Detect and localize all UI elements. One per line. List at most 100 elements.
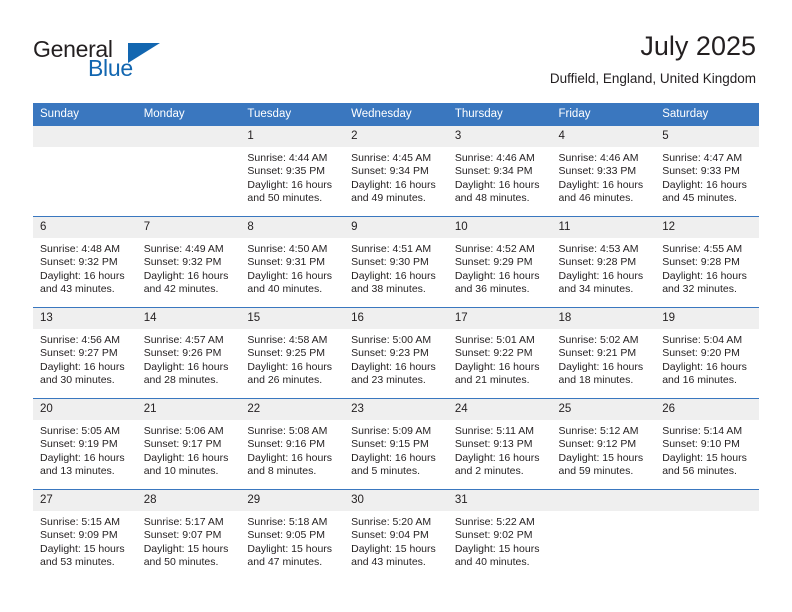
sunrise-text: Sunrise: 4:56 AM [40, 334, 120, 346]
sunrise-text: Sunrise: 5:22 AM [454, 516, 535, 528]
daylight-text-line2: and 28 minutes. [143, 374, 219, 387]
day-number: 13 [33, 308, 137, 329]
calendar-cell-inner: 13 Sunrise: 4:56 AM Sunset: 9:27 PM Dayligh… [33, 308, 137, 398]
day-sun-info: Sunrise: 5:15 AM Sunset: 9:09 PM Daylight:… [33, 511, 137, 570]
general-blue-logo[interactable]: General Blue [33, 36, 233, 82]
daylight-text-line2: and 32 minutes. [662, 283, 737, 296]
day-number: 10 [447, 217, 552, 238]
day-sun-info: Sunrise: 4:53 AM Sunset: 9:28 PM Daylight:… [552, 238, 656, 297]
sunrise-text: Sunrise: 5:09 AM [351, 425, 432, 437]
calendar-day-cell[interactable]: 25 Sunrise: 5:12 AM Sunset: 9:12 PM Dayligh… [551, 398, 656, 490]
sunrise-text: Sunrise: 4:48 AM [40, 243, 120, 255]
title-block: July 2025 Duffield, England, United King… [550, 30, 756, 88]
calendar-day-cell[interactable]: 20 Sunrise: 5:05 AM Sunset: 9:19 PM Dayligh… [33, 398, 137, 490]
calendar-body: 1 Sunrise: 4:44 AM Sunset: 9:35 PM Daylight… [33, 126, 759, 580]
day-number: 12 [655, 217, 759, 238]
calendar-day-cell[interactable]: 29 Sunrise: 5:18 AM Sunset: 9:05 PM Dayligh… [240, 489, 345, 580]
sunrise-text: Sunrise: 5:18 AM [247, 516, 328, 528]
daylight-text-line1: Daylight: 16 hours [351, 269, 436, 282]
calendar-day-cell[interactable]: 26 Sunrise: 5:14 AM Sunset: 9:10 PM Dayligh… [655, 398, 759, 490]
daylight-text-line2: and 43 minutes. [40, 283, 115, 296]
sunset-text: Sunset: 9:21 PM [558, 347, 637, 360]
daylight-text-line1: Daylight: 15 hours [351, 542, 436, 555]
calendar-cell-inner: 8 Sunrise: 4:50 AM Sunset: 9:31 PM Daylight… [240, 217, 345, 307]
day-sun-info: Sunrise: 4:56 AM Sunset: 9:27 PM Daylight:… [33, 329, 137, 388]
calendar-day-cell[interactable]: 31 Sunrise: 5:22 AM Sunset: 9:02 PM Dayligh… [447, 489, 552, 580]
sunrise-text: Sunrise: 4:50 AM [247, 243, 328, 255]
calendar-cell-empty [551, 489, 656, 580]
daylight-text-line1: Daylight: 15 hours [558, 451, 644, 464]
calendar-day-cell[interactable]: 9 Sunrise: 4:51 AM Sunset: 9:30 PM Daylight… [344, 216, 448, 308]
calendar-cell-inner: 20 Sunrise: 5:05 AM Sunset: 9:19 PM Dayligh… [33, 399, 137, 489]
day-sun-info: Sunrise: 4:45 AM Sunset: 9:34 PM Daylight:… [344, 147, 448, 206]
calendar-cell-inner: 29 Sunrise: 5:18 AM Sunset: 9:05 PM Dayligh… [240, 490, 345, 580]
calendar-day-cell[interactable]: 3 Sunrise: 4:46 AM Sunset: 9:34 PM Daylight… [447, 126, 552, 217]
sunset-text: Sunset: 9:30 PM [351, 256, 429, 269]
day-number: 19 [655, 308, 759, 329]
calendar-cell-inner: 12 Sunrise: 4:55 AM Sunset: 9:28 PM Dayligh… [655, 217, 759, 307]
sunset-text: Sunset: 9:29 PM [454, 256, 533, 269]
calendar-day-cell[interactable]: 22 Sunrise: 5:08 AM Sunset: 9:16 PM Dayligh… [240, 398, 345, 490]
day-sun-info: Sunrise: 5:14 AM Sunset: 9:10 PM Daylight:… [655, 420, 759, 479]
calendar-day-cell[interactable]: 4 Sunrise: 4:46 AM Sunset: 9:33 PM Daylight… [551, 126, 656, 217]
page-header: General Blue July 2025 Duffield, England… [0, 0, 792, 100]
sunrise-text: Sunrise: 5:01 AM [454, 334, 535, 346]
day-sun-info: Sunrise: 4:58 AM Sunset: 9:25 PM Daylight:… [240, 329, 344, 388]
calendar-day-cell[interactable]: 1 Sunrise: 4:44 AM Sunset: 9:35 PM Daylight… [240, 126, 345, 217]
sunset-text: Sunset: 9:28 PM [662, 256, 740, 269]
daylight-text-line2: and 43 minutes. [351, 556, 426, 569]
sunset-text: Sunset: 9:33 PM [662, 165, 740, 178]
calendar-cell-inner: 27 Sunrise: 5:15 AM Sunset: 9:09 PM Dayligh… [33, 490, 137, 580]
daylight-text-line2: and 2 minutes. [454, 465, 524, 478]
calendar-day-cell[interactable]: 23 Sunrise: 5:09 AM Sunset: 9:15 PM Dayligh… [344, 398, 448, 490]
calendar-day-cell[interactable]: 27 Sunrise: 5:15 AM Sunset: 9:09 PM Dayligh… [33, 489, 137, 580]
calendar-cell-inner: 6 Sunrise: 4:48 AM Sunset: 9:32 PM Daylight… [33, 217, 137, 307]
calendar-day-cell[interactable]: 8 Sunrise: 4:50 AM Sunset: 9:31 PM Daylight… [240, 216, 345, 308]
calendar-cell-inner [33, 126, 137, 216]
calendar-day-cell[interactable]: 12 Sunrise: 4:55 AM Sunset: 9:28 PM Dayligh… [655, 216, 759, 308]
day-sun-info: Sunrise: 5:22 AM Sunset: 9:02 PM Daylight:… [448, 511, 552, 570]
calendar-cell-inner: 7 Sunrise: 4:49 AM Sunset: 9:32 PM Daylight… [136, 217, 241, 307]
calendar-day-cell[interactable]: 16 Sunrise: 5:00 AM Sunset: 9:23 PM Dayligh… [344, 307, 448, 399]
daylight-text-line2: and 42 minutes. [143, 283, 219, 296]
calendar-day-cell[interactable]: 6 Sunrise: 4:48 AM Sunset: 9:32 PM Daylight… [33, 216, 137, 308]
calendar-day-cell[interactable]: 19 Sunrise: 5:04 AM Sunset: 9:20 PM Dayligh… [655, 307, 759, 399]
sunset-text: Sunset: 9:32 PM [40, 256, 118, 269]
weekday-header-wednesday: Wednesday [344, 103, 448, 126]
calendar-day-cell[interactable]: 7 Sunrise: 4:49 AM Sunset: 9:32 PM Daylight… [136, 216, 241, 308]
sunrise-text: Sunrise: 4:45 AM [351, 152, 432, 164]
calendar-cell-inner [136, 126, 241, 216]
day-sun-info: Sunrise: 5:08 AM Sunset: 9:16 PM Daylight:… [240, 420, 344, 479]
calendar-day-cell[interactable]: 15 Sunrise: 4:58 AM Sunset: 9:25 PM Dayligh… [240, 307, 345, 399]
sunset-text: Sunset: 9:20 PM [662, 347, 740, 360]
calendar-day-cell[interactable]: 24 Sunrise: 5:11 AM Sunset: 9:13 PM Dayligh… [447, 398, 552, 490]
calendar-day-cell[interactable]: 28 Sunrise: 5:17 AM Sunset: 9:07 PM Dayligh… [136, 489, 241, 580]
calendar-day-cell[interactable]: 14 Sunrise: 4:57 AM Sunset: 9:26 PM Dayligh… [136, 307, 241, 399]
calendar-cell-inner: 5 Sunrise: 4:47 AM Sunset: 9:33 PM Daylight… [655, 126, 759, 216]
calendar-day-cell[interactable]: 11 Sunrise: 4:53 AM Sunset: 9:28 PM Dayligh… [551, 216, 656, 308]
day-sun-info: Sunrise: 5:00 AM Sunset: 9:23 PM Daylight:… [344, 329, 448, 388]
calendar-day-cell[interactable]: 13 Sunrise: 4:56 AM Sunset: 9:27 PM Dayligh… [33, 307, 137, 399]
sunset-text: Sunset: 9:12 PM [558, 438, 637, 451]
calendar-day-cell[interactable]: 17 Sunrise: 5:01 AM Sunset: 9:22 PM Dayligh… [447, 307, 552, 399]
sunset-text: Sunset: 9:15 PM [351, 438, 429, 451]
calendar-day-cell[interactable]: 5 Sunrise: 4:47 AM Sunset: 9:33 PM Daylight… [655, 126, 759, 217]
sunset-text: Sunset: 9:09 PM [40, 529, 118, 542]
day-sun-info: Sunrise: 5:05 AM Sunset: 9:19 PM Daylight:… [33, 420, 137, 479]
daylight-text-line2: and 5 minutes. [351, 465, 420, 478]
weekday-header-saturday: Saturday [655, 103, 759, 126]
calendar-day-cell[interactable]: 10 Sunrise: 4:52 AM Sunset: 9:29 PM Dayligh… [447, 216, 552, 308]
calendar-cell-inner: 30 Sunrise: 5:20 AM Sunset: 9:04 PM Dayligh… [344, 490, 448, 580]
weekday-header-sunday: Sunday [33, 103, 137, 126]
daylight-text-line2: and 10 minutes. [143, 465, 219, 478]
calendar-day-cell[interactable]: 2 Sunrise: 4:45 AM Sunset: 9:34 PM Daylight… [344, 126, 448, 217]
calendar-day-cell[interactable]: 30 Sunrise: 5:20 AM Sunset: 9:04 PM Dayligh… [344, 489, 448, 580]
day-number: 28 [136, 490, 241, 511]
calendar-cell-inner: 2 Sunrise: 4:45 AM Sunset: 9:34 PM Daylight… [344, 126, 448, 216]
calendar-cell-inner: 22 Sunrise: 5:08 AM Sunset: 9:16 PM Dayligh… [240, 399, 345, 489]
daylight-text-line1: Daylight: 16 hours [454, 269, 540, 282]
day-sun-info: Sunrise: 4:47 AM Sunset: 9:33 PM Daylight:… [655, 147, 759, 206]
calendar-day-cell[interactable]: 21 Sunrise: 5:06 AM Sunset: 9:17 PM Dayligh… [136, 398, 241, 490]
daylight-text-line2: and 40 minutes. [247, 283, 323, 296]
calendar-day-cell[interactable]: 18 Sunrise: 5:02 AM Sunset: 9:21 PM Dayligh… [551, 307, 656, 399]
